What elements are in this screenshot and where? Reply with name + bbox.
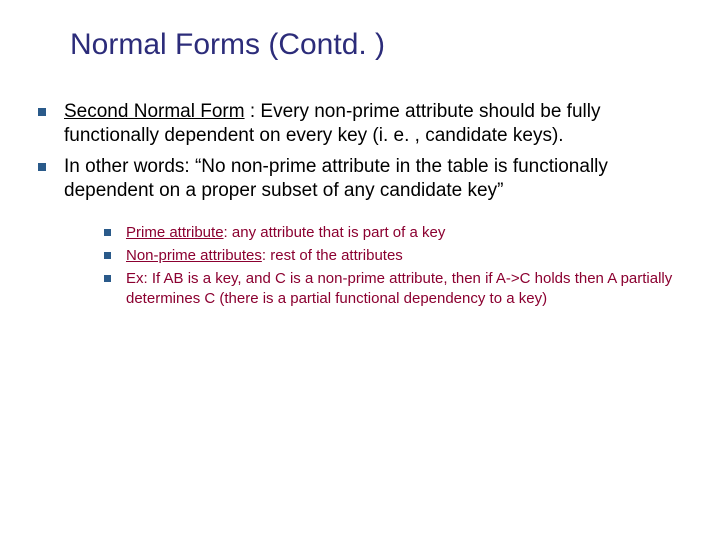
sub-bullet-text: : rest of the attributes bbox=[262, 247, 403, 264]
list-item: Second Normal Form : Every non-prime att… bbox=[34, 100, 686, 149]
sub-bullet-text: : any attribute that is part of a key bbox=[224, 224, 446, 241]
list-item: Non-prime attributes: rest of the attrib… bbox=[102, 246, 686, 266]
sub-bullet-lead: Prime attribute bbox=[126, 224, 224, 241]
sub-bullet-lead: Non-prime attributes bbox=[126, 247, 262, 264]
bullet-list-level2: Prime attribute: any attribute that is p… bbox=[64, 223, 686, 308]
slide-title: Normal Forms (Contd. ) bbox=[70, 28, 686, 62]
sub-bullet-text: Ex: If AB is a key, and C is a non-prime… bbox=[126, 270, 672, 307]
bullet-text: In other words: “No non-prime attribute … bbox=[64, 156, 608, 201]
list-item: In other words: “No non-prime attribute … bbox=[34, 155, 686, 309]
bullet-list-level1: Second Normal Form : Every non-prime att… bbox=[34, 100, 686, 308]
list-item: Prime attribute: any attribute that is p… bbox=[102, 223, 686, 243]
list-item: Ex: If AB is a key, and C is a non-prime… bbox=[102, 269, 686, 309]
slide: Normal Forms (Contd. ) Second Normal For… bbox=[0, 0, 720, 540]
bullet-lead: Second Normal Form bbox=[64, 101, 245, 122]
